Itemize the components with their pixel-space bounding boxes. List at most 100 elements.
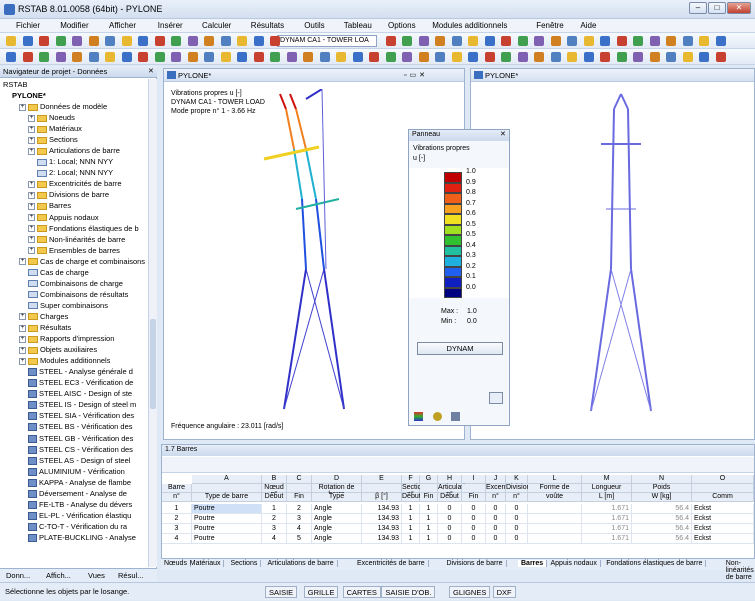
expand-icon[interactable]: + xyxy=(28,180,35,188)
table-cell[interactable]: 4 xyxy=(262,534,287,544)
toolbar-icon[interactable] xyxy=(435,36,445,46)
tree-item[interactable]: STEEL EC3 - Vérification de xyxy=(28,377,133,388)
toolbar-icon[interactable] xyxy=(550,36,561,46)
tree-item[interactable]: STEEL GB - Vérification des xyxy=(28,433,133,444)
tree-item[interactable]: + Divisions de barre xyxy=(28,189,109,200)
toolbar-icon[interactable] xyxy=(418,52,429,62)
tree-model[interactable]: PYLONE* xyxy=(12,90,46,101)
status-button-1[interactable]: GRILLE xyxy=(303,586,339,598)
tree-item[interactable]: STEEL CS - Vérification des xyxy=(28,444,133,455)
toolbar-icon[interactable] xyxy=(583,52,594,62)
sheet-tab[interactable]: Fondations élastiques de barre xyxy=(603,560,707,567)
toolbar-icon[interactable] xyxy=(72,36,82,46)
navigator-scrollbar[interactable] xyxy=(148,79,157,567)
toolbar-icon[interactable] xyxy=(319,52,330,62)
table-cell[interactable]: 3 xyxy=(162,524,192,534)
expand-icon[interactable]: + xyxy=(19,103,26,111)
expand-icon[interactable]: + xyxy=(28,225,35,233)
table-cell[interactable]: 134.93 xyxy=(362,534,402,544)
tree-item[interactable]: + Rapports d'impression xyxy=(19,333,114,344)
tree-item[interactable]: + Modules additionnels xyxy=(19,355,110,366)
toolbar-icon[interactable] xyxy=(39,52,49,62)
status-button-3[interactable]: SAISIE D'OB. xyxy=(381,586,436,598)
scroll-thumb[interactable] xyxy=(150,319,156,409)
toolbar-icon[interactable] xyxy=(550,52,561,62)
table-cell[interactable]: Poutre xyxy=(192,534,262,544)
table-cell[interactable]: 56.4 xyxy=(632,534,692,544)
toolbar-icon[interactable] xyxy=(649,36,660,46)
toolbar-icon[interactable] xyxy=(171,36,181,46)
menu-item-8[interactable]: Options xyxy=(388,21,416,30)
sheet-tab[interactable]: Divisions de barre xyxy=(444,560,507,567)
table-cell[interactable]: 1 xyxy=(262,504,287,514)
toolbar-icon[interactable] xyxy=(402,36,412,46)
expand-icon[interactable]: + xyxy=(28,202,35,210)
table-cell[interactable]: 1 xyxy=(420,504,438,514)
toolbar-icon[interactable] xyxy=(105,52,115,62)
toolbar-icon[interactable] xyxy=(88,36,99,46)
menu-item-1[interactable]: Modifier xyxy=(60,21,88,30)
table-cell[interactable]: 0 xyxy=(438,504,462,514)
tree-item[interactable]: + Objets auxiliaires xyxy=(19,344,97,355)
sheet-tab[interactable]: Articulations de barre xyxy=(265,560,338,567)
toolbar-icon[interactable] xyxy=(666,36,676,46)
expand-icon[interactable]: + xyxy=(28,214,35,222)
toolbar-icon[interactable] xyxy=(352,52,363,62)
toolbar-icon[interactable] xyxy=(682,52,693,62)
toolbar-icon[interactable] xyxy=(451,36,462,46)
table-cell[interactable]: Angle xyxy=(312,524,362,534)
expand-icon[interactable]: + xyxy=(28,125,35,133)
table-cell[interactable]: 1 xyxy=(402,524,420,534)
table-cell[interactable]: 1 xyxy=(402,504,420,514)
table-cell[interactable]: Eckst xyxy=(692,504,754,514)
table-cell[interactable] xyxy=(528,504,582,514)
nav-tab-0[interactable]: Donn... xyxy=(6,571,30,580)
table-cell[interactable]: Angle xyxy=(312,534,362,544)
status-button-5[interactable]: DXF xyxy=(492,586,516,598)
view-window-2[interactable]: PYLONE* xyxy=(470,68,755,440)
table-cell[interactable]: 1.671 xyxy=(582,504,632,514)
table-cell[interactable]: 0 xyxy=(506,524,528,534)
table-cell[interactable]: 0 xyxy=(438,514,462,524)
menu-item-2[interactable]: Afficher xyxy=(109,21,136,30)
toolbar-icon[interactable] xyxy=(6,52,16,62)
toolbar-icon[interactable] xyxy=(204,36,214,46)
toolbar-icon[interactable] xyxy=(171,52,181,62)
toolbar-icon[interactable] xyxy=(121,36,132,46)
sheet-tab[interactable]: Appuis nodaux xyxy=(548,560,601,567)
table-cell[interactable]: 2 xyxy=(262,514,287,524)
toolbar-icon[interactable] xyxy=(451,52,462,62)
toolbar-icon[interactable] xyxy=(22,52,33,62)
tree-item[interactable]: + Résultats xyxy=(19,322,71,333)
table-cell[interactable]: 1 xyxy=(420,534,438,544)
sheet-tab[interactable]: Sections xyxy=(228,560,262,567)
legend-icon[interactable] xyxy=(414,412,423,421)
table-cell[interactable]: 1.671 xyxy=(582,514,632,524)
table-cell[interactable]: Poutre xyxy=(192,524,262,534)
expand-icon[interactable]: + xyxy=(28,114,35,122)
toolbar-icon[interactable] xyxy=(270,36,280,46)
expand-icon[interactable]: + xyxy=(19,324,26,332)
tree-item[interactable]: STEEL SIA - Vérification des xyxy=(28,410,134,421)
table-cell[interactable]: 56.4 xyxy=(632,524,692,534)
toolbar-icon[interactable] xyxy=(55,36,66,46)
toolbar-icon[interactable] xyxy=(369,52,379,62)
menu-item-5[interactable]: Résultats xyxy=(251,21,284,30)
toolbar-icon[interactable] xyxy=(55,52,66,62)
table-cell[interactable]: 5 xyxy=(287,534,312,544)
table-cell[interactable]: Angle xyxy=(312,504,362,514)
maximize-button[interactable]: □ xyxy=(708,2,726,14)
filter-icon[interactable] xyxy=(451,412,460,421)
table-cell[interactable]: 0 xyxy=(506,514,528,524)
toolbar-icon[interactable] xyxy=(484,36,495,46)
tree-item[interactable]: + Barres xyxy=(28,200,71,211)
table-cell[interactable] xyxy=(528,514,582,524)
table-cell[interactable] xyxy=(528,524,582,534)
menu-item-3[interactable]: Insérer xyxy=(158,21,183,30)
table-cell[interactable]: 4 xyxy=(162,534,192,544)
tree-item[interactable]: Combinaisons de résultats xyxy=(28,289,128,300)
tree-item[interactable]: Déversement - Analyse de xyxy=(28,488,127,499)
loadcase-select[interactable]: DYNAM CA1 - TOWER LOA xyxy=(277,35,377,47)
toolbar-icon[interactable] xyxy=(154,36,165,46)
toolbar-icon[interactable] xyxy=(501,52,511,62)
